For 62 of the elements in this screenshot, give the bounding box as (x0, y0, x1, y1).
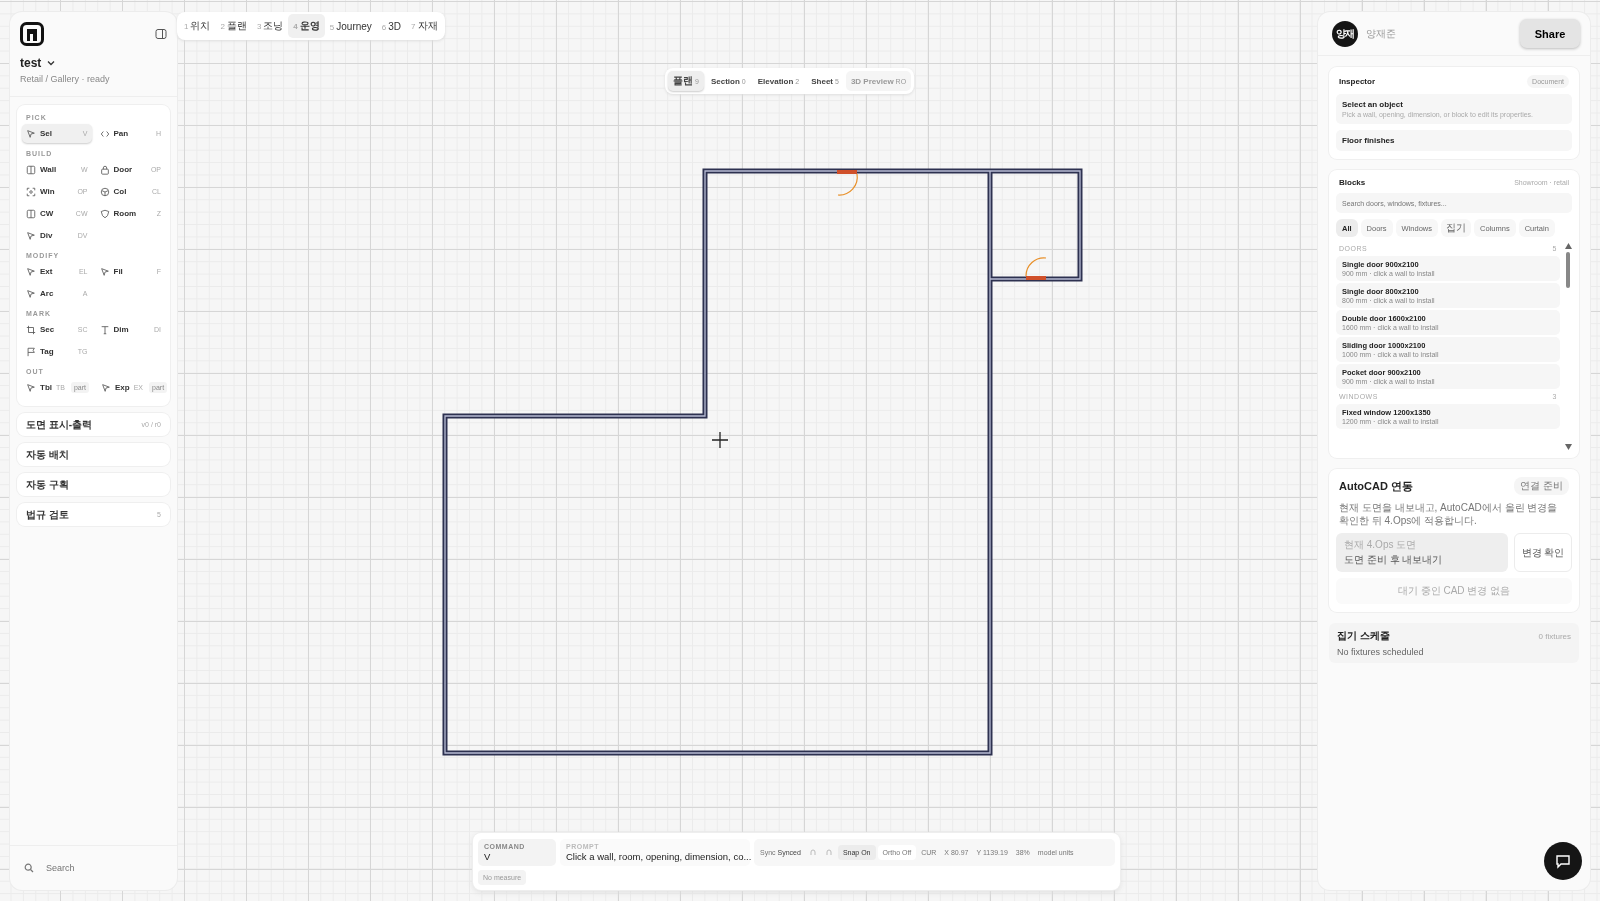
card-title: AutoCAD 연동 (1339, 478, 1413, 494)
scrollbar-thumb[interactable] (1566, 252, 1570, 288)
search-field[interactable]: Search (44, 862, 158, 874)
stage-tab[interactable]: 2 플랜 (215, 14, 252, 38)
stage-tab[interactable]: 5 Journey (324, 14, 377, 38)
scroll-down-icon[interactable] (1564, 444, 1572, 450)
panel-icon (26, 164, 36, 175)
scroll-up-icon[interactable] (1564, 243, 1572, 249)
pointer-icon (101, 382, 111, 393)
tag-icon (99, 208, 110, 219)
logo-icon (20, 22, 44, 46)
check-changes-button[interactable]: 변경 확인 (1514, 533, 1572, 572)
search-icon (24, 863, 34, 873)
panel-icon (26, 208, 36, 219)
card-description: 현재 도면을 내보내고, AutoCAD에서 올린 변경을 확인한 뒤 4.Ops에 적용합니다. (1338, 501, 1559, 527)
card-title: Inspector (1339, 77, 1375, 86)
floor-finishes-item[interactable]: Floor finishes (1336, 130, 1572, 151)
chat-icon (1555, 853, 1571, 869)
panel-label: 도면 표시-출력 (26, 417, 93, 432)
stage-tab[interactable]: 1 위치 (179, 14, 216, 38)
door-symbol (837, 170, 858, 196)
status-badge: 연결 준비 (1514, 477, 1569, 495)
code-icon (99, 128, 110, 139)
sidebar-toggle-icon[interactable] (155, 28, 167, 40)
panel-label: 자동 배치 (26, 447, 69, 462)
pointer-icon (26, 128, 36, 139)
stage-tab[interactable]: 4 운영 (288, 14, 325, 38)
cube-icon (99, 186, 110, 197)
pointer-icon (99, 266, 110, 277)
pointer-icon (26, 382, 36, 393)
pointer-icon (26, 230, 36, 241)
stage-tab[interactable]: 3 조닝 (251, 14, 289, 38)
pointer-icon (26, 266, 36, 277)
panel-item[interactable]: 자동 구획 (17, 473, 170, 496)
user-avatar[interactable]: 양재 (1332, 20, 1358, 47)
card-title: Blocks (1339, 178, 1366, 187)
panel-item[interactable]: 자동 배치 (17, 443, 170, 466)
project-name[interactable]: test (20, 56, 42, 70)
panel-label: 자동 구획 (26, 477, 69, 492)
door-symbol (1025, 257, 1047, 280)
text-icon (99, 324, 110, 335)
box-value: 도면 준비 후 내보내기 (1344, 553, 1444, 567)
lock-icon (99, 164, 110, 175)
stage-tab[interactable]: 7 자재 (406, 14, 443, 38)
frame-icon (26, 186, 36, 197)
card-title: 집기 스케줄 (1337, 629, 1390, 643)
share-button[interactable]: Share (1520, 19, 1580, 48)
user-name: 양재준 (1366, 26, 1396, 41)
pointer-icon (26, 288, 36, 299)
crosshair-icon (711, 431, 729, 449)
crop-icon (26, 324, 36, 335)
stage-tab[interactable]: 6 3D (376, 14, 407, 38)
box-label: 현재 4.Ops 도면 (1344, 538, 1418, 552)
project-subtitle: Retail / Gallery · ready (20, 74, 111, 84)
empty-state: No fixtures scheduled (1337, 647, 1425, 657)
chat-button[interactable] (1544, 842, 1582, 880)
flag-icon (26, 346, 36, 357)
panel-label: 법규 검토 (26, 507, 69, 522)
empty-state: 대기 중인 CAD 변경 없음 (1336, 578, 1572, 604)
chevron-down-icon[interactable] (47, 60, 56, 66)
hint-title: Select an object (1342, 100, 1404, 109)
filter-chip[interactable]: 집기 (1441, 219, 1472, 237)
